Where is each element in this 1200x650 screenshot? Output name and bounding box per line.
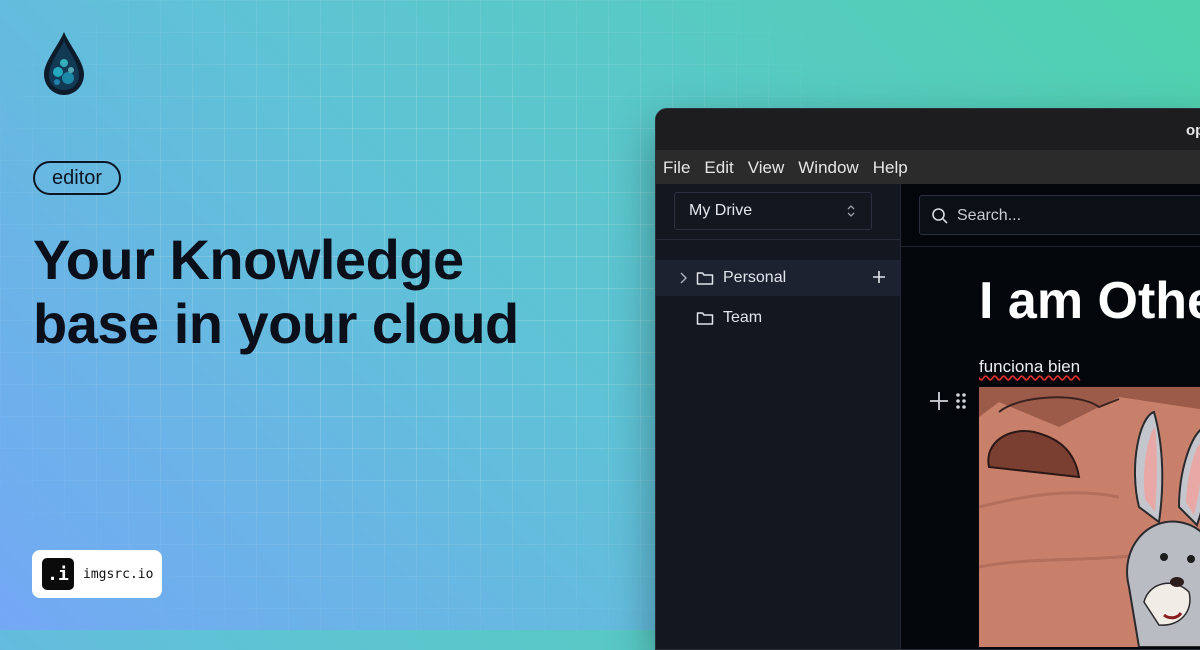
headline-line-2: base in your cloud xyxy=(33,292,519,355)
title-bar: op xyxy=(656,109,1200,151)
search-input[interactable] xyxy=(955,205,1200,227)
search-icon xyxy=(932,208,948,224)
search-bar[interactable] xyxy=(919,195,1200,235)
folder-icon xyxy=(696,272,714,285)
sidebar-item-personal[interactable]: Personal xyxy=(656,260,900,296)
menu-view[interactable]: View xyxy=(748,158,785,178)
droplet-logo-icon xyxy=(44,32,84,95)
badge-text: imgsrc.io xyxy=(83,566,154,582)
folder-icon xyxy=(696,312,714,325)
hero-headline: Your Knowledge base in your cloud xyxy=(33,228,593,356)
headline-line-1: Your Knowledge xyxy=(33,228,464,291)
menu-window[interactable]: Window xyxy=(798,158,858,178)
document-title[interactable]: I am Othe xyxy=(979,271,1200,331)
document-paragraph[interactable]: funciona bien xyxy=(979,357,1080,377)
block-controls xyxy=(929,391,967,411)
sidebar: My Drive Personal Team xyxy=(656,184,901,649)
main-panel: I am Othe funciona bien xyxy=(901,184,1200,649)
app-window: op File Edit View Window Help My Drive P… xyxy=(655,108,1200,650)
menu-edit[interactable]: Edit xyxy=(704,158,733,178)
chevron-right-icon[interactable] xyxy=(678,271,688,285)
chevron-updown-icon xyxy=(847,205,855,217)
sidebar-item-label: Personal xyxy=(723,269,787,286)
category-tag: editor xyxy=(33,161,122,195)
imgsrc-badge[interactable]: .i imgsrc.io xyxy=(32,550,162,598)
add-block-icon[interactable] xyxy=(929,391,949,411)
add-page-icon[interactable] xyxy=(872,270,886,284)
menu-bar: File Edit View Window Help xyxy=(656,151,1200,184)
imgsrc-logo-icon: .i xyxy=(42,558,74,590)
menu-help[interactable]: Help xyxy=(873,158,908,178)
drive-selector[interactable]: My Drive xyxy=(674,192,872,230)
bugs-bunny-illustration xyxy=(979,387,1200,647)
sidebar-divider xyxy=(656,239,900,240)
drive-selector-label: My Drive xyxy=(689,202,753,219)
sidebar-item-label: Team xyxy=(723,309,763,326)
sidebar-item-team[interactable]: Team xyxy=(656,300,900,336)
bugs-bunny-image[interactable] xyxy=(979,387,1200,647)
drag-handle-icon[interactable] xyxy=(955,391,967,411)
window-title: op xyxy=(1186,122,1200,139)
menu-file[interactable]: File xyxy=(663,158,690,178)
main-divider xyxy=(901,246,1200,247)
